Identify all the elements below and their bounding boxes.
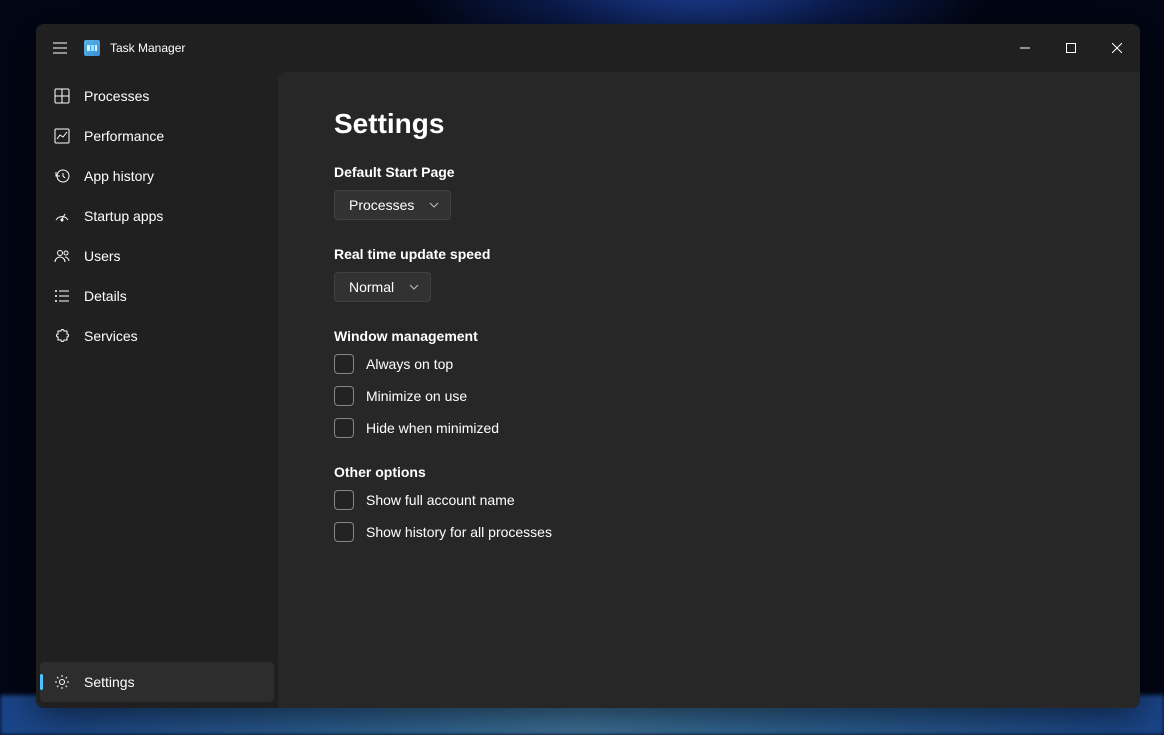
sidebar-item-label: Startup apps [84, 208, 163, 224]
checkbox-show-full-account-name[interactable]: Show full account name [334, 490, 1084, 510]
app-icon [84, 40, 100, 56]
update-speed-dropdown[interactable]: Normal [334, 272, 431, 302]
checkbox-always-on-top[interactable]: Always on top [334, 354, 1084, 374]
chevron-down-icon [408, 281, 420, 293]
dropdown-value: Normal [349, 279, 394, 295]
chart-icon [54, 128, 70, 144]
section-default-start-page: Default Start Page Processes [334, 164, 1084, 220]
sidebar-item-performance[interactable]: Performance [40, 116, 274, 156]
checkbox-show-history-all-processes[interactable]: Show history for all processes [334, 522, 1084, 542]
content-area: Settings Default Start Page Processes Re… [278, 72, 1140, 708]
close-icon [1112, 43, 1122, 53]
maximize-button[interactable] [1048, 32, 1094, 64]
checkbox-box [334, 490, 354, 510]
menu-button[interactable] [36, 24, 84, 72]
sidebar-item-label: Processes [84, 88, 149, 104]
list-icon [54, 288, 70, 304]
grid-icon [54, 88, 70, 104]
sidebar-item-label: Settings [84, 674, 135, 690]
sidebar-item-settings[interactable]: Settings [40, 662, 274, 702]
section-label: Other options [334, 464, 1084, 480]
history-icon [54, 168, 70, 184]
hamburger-icon [52, 40, 68, 56]
section-update-speed: Real time update speed Normal [334, 246, 1084, 302]
sidebar-item-label: Users [84, 248, 121, 264]
sidebar-item-label: Details [84, 288, 127, 304]
minimize-icon [1020, 43, 1030, 53]
chevron-down-icon [428, 199, 440, 211]
section-label: Default Start Page [334, 164, 1084, 180]
app-title: Task Manager [110, 41, 185, 55]
gauge-icon [54, 208, 70, 224]
default-start-page-dropdown[interactable]: Processes [334, 190, 451, 220]
sidebar-item-processes[interactable]: Processes [40, 76, 274, 116]
titlebar: Task Manager [36, 24, 1140, 72]
section-other-options: Other options Show full account name Sho… [334, 464, 1084, 542]
section-label: Real time update speed [334, 246, 1084, 262]
checkbox-label: Hide when minimized [366, 420, 499, 436]
sidebar-item-services[interactable]: Services [40, 316, 274, 356]
checkbox-label: Show history for all processes [366, 524, 552, 540]
page-title: Settings [334, 108, 1084, 140]
checkbox-box [334, 418, 354, 438]
sidebar-item-label: Services [84, 328, 138, 344]
checkbox-label: Minimize on use [366, 388, 467, 404]
section-label: Window management [334, 328, 1084, 344]
checkbox-minimize-on-use[interactable]: Minimize on use [334, 386, 1084, 406]
sidebar-item-label: App history [84, 168, 154, 184]
checkbox-hide-when-minimized[interactable]: Hide when minimized [334, 418, 1084, 438]
sidebar-item-label: Performance [84, 128, 164, 144]
sidebar-item-startup-apps[interactable]: Startup apps [40, 196, 274, 236]
checkbox-box [334, 522, 354, 542]
minimize-button[interactable] [1002, 32, 1048, 64]
dropdown-value: Processes [349, 197, 414, 213]
checkbox-box [334, 386, 354, 406]
sidebar-item-app-history[interactable]: App history [40, 156, 274, 196]
checkbox-label: Always on top [366, 356, 453, 372]
gear-icon [54, 674, 70, 690]
checkbox-box [334, 354, 354, 374]
close-button[interactable] [1094, 32, 1140, 64]
maximize-icon [1066, 43, 1076, 53]
window-controls [1002, 32, 1140, 64]
sidebar-item-details[interactable]: Details [40, 276, 274, 316]
sidebar: Processes Performance App history Startu… [36, 72, 278, 708]
sidebar-item-users[interactable]: Users [40, 236, 274, 276]
section-window-management: Window management Always on top Minimize… [334, 328, 1084, 438]
app-window: Task Manager Processes [36, 24, 1140, 708]
users-icon [54, 248, 70, 264]
puzzle-icon [54, 328, 70, 344]
checkbox-label: Show full account name [366, 492, 515, 508]
